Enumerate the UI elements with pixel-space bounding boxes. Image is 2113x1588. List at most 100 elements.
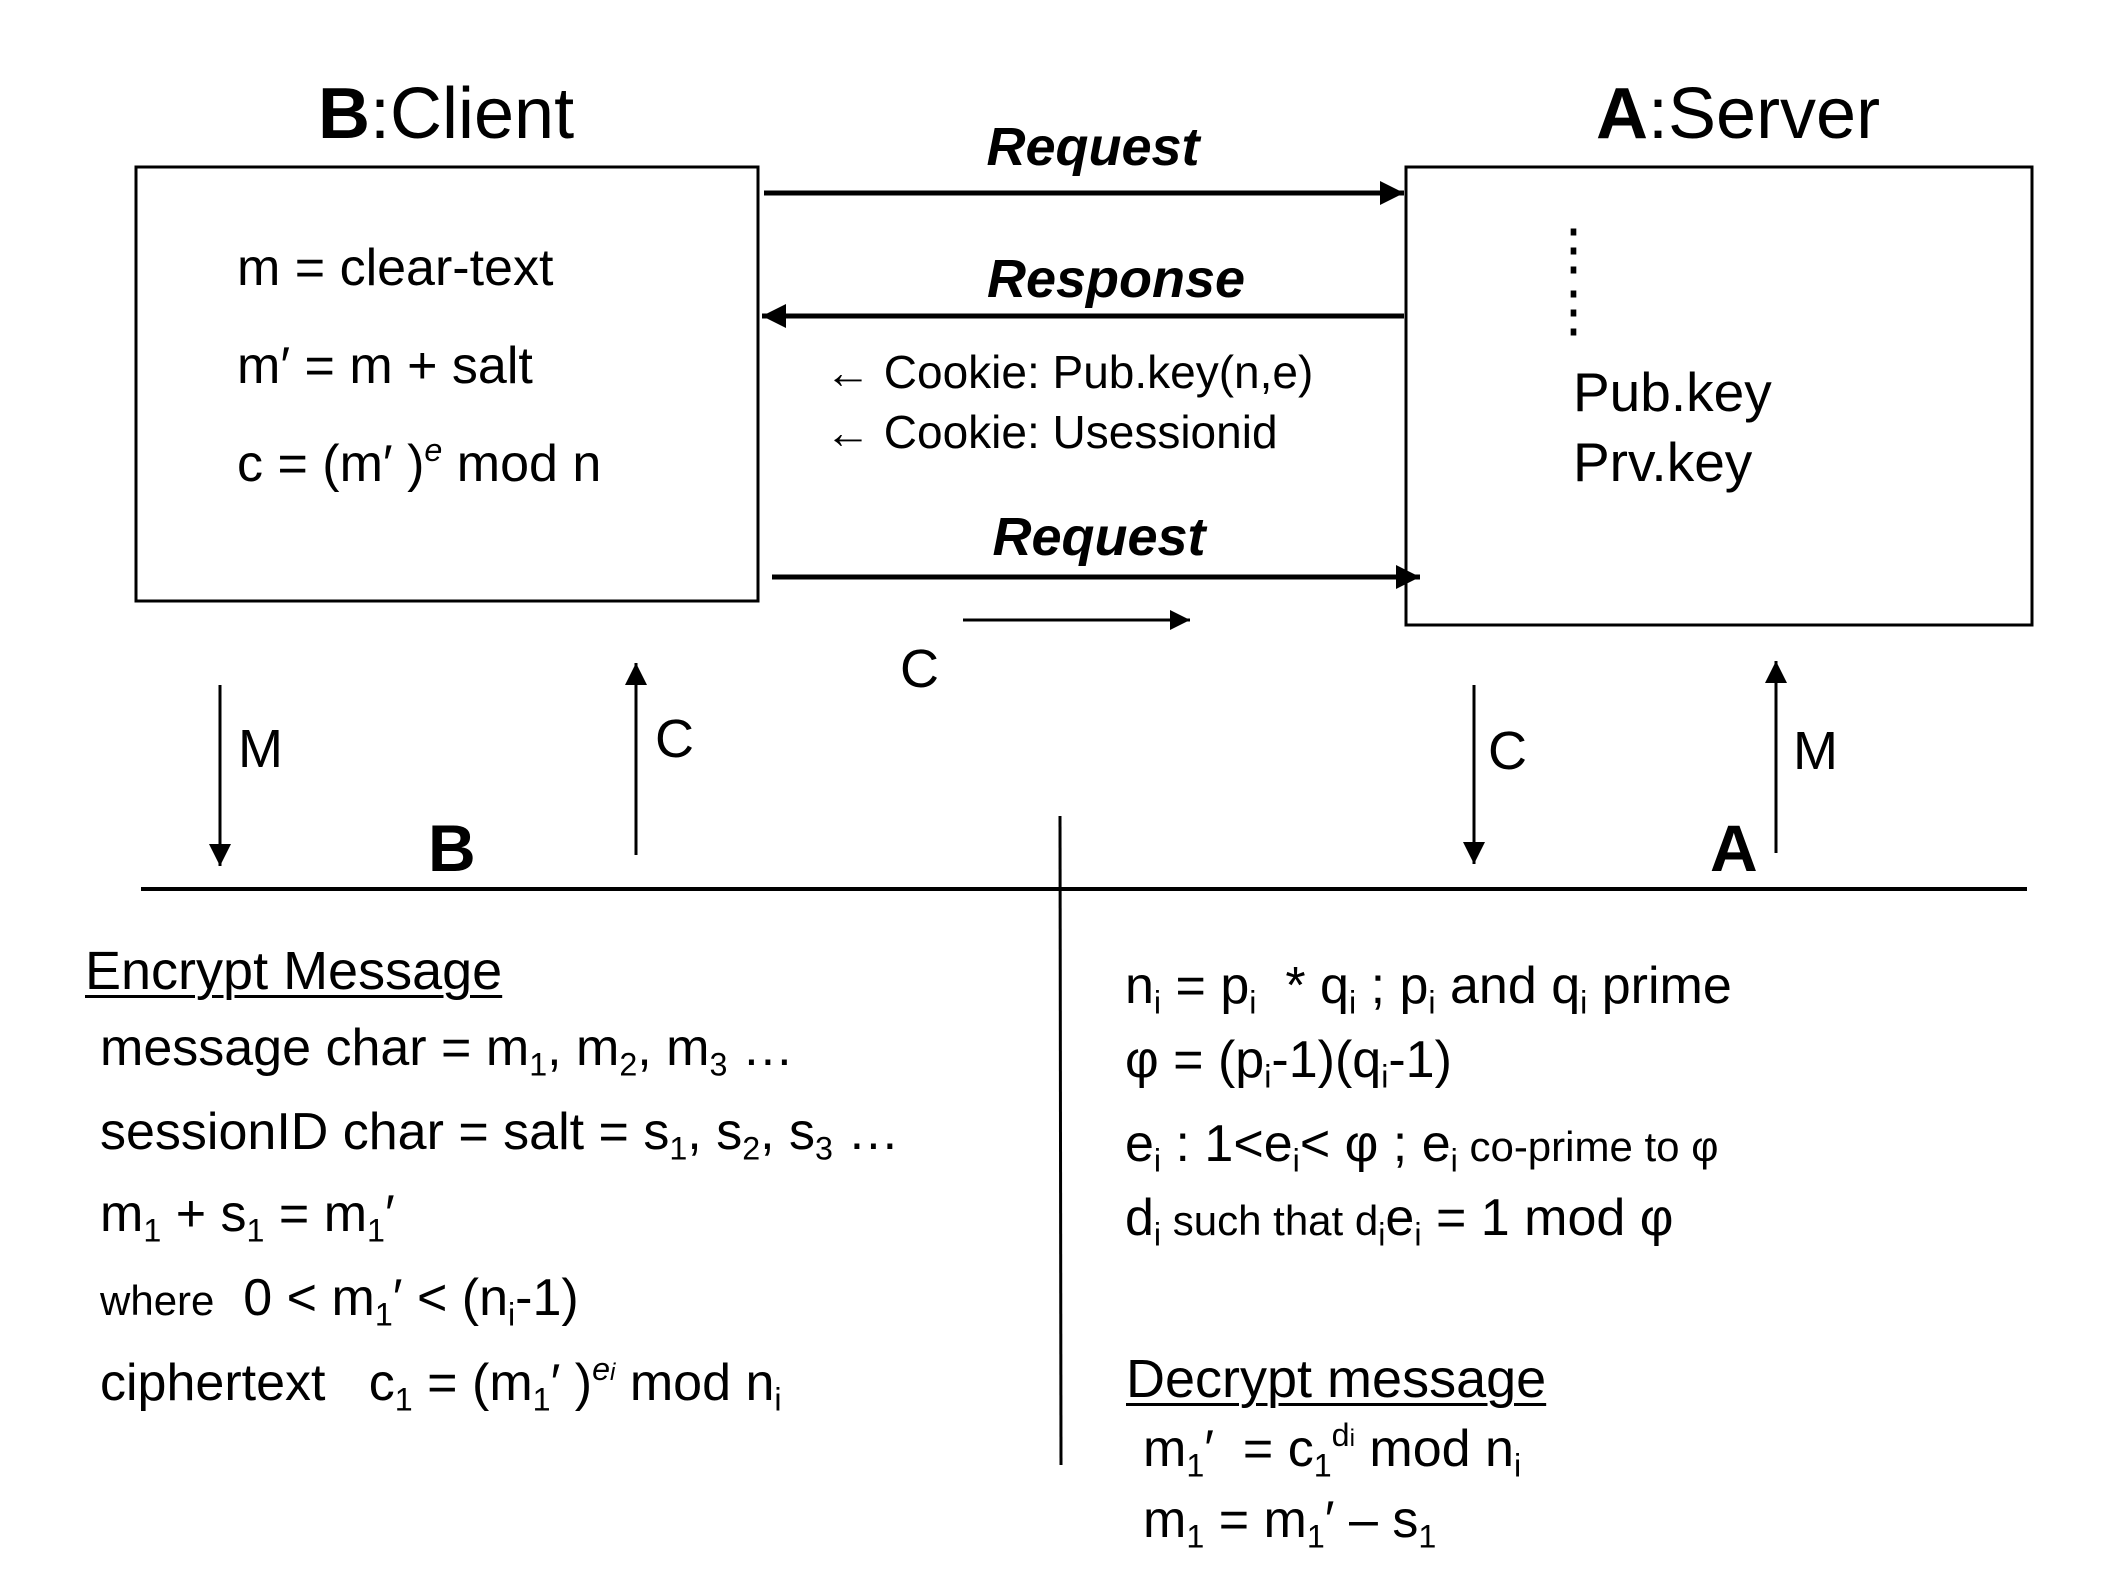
eq-text: * q xyxy=(1256,957,1349,1015)
eq-text: + s xyxy=(161,1185,247,1243)
encrypt-line-message-chars: message char = m1, m2, m3 … xyxy=(100,1019,794,1080)
encrypt-line-ciphertext: ciphertext c1 = (m1′ )ei mod ni xyxy=(100,1353,782,1416)
eq-text: = 1 mod φ xyxy=(1421,1189,1674,1247)
side-label-a: A xyxy=(1710,811,1758,885)
eq-text: mod n xyxy=(1354,1420,1514,1478)
eq-text: sessionID char = salt = s xyxy=(100,1103,670,1161)
eq-sub: 1 xyxy=(246,1212,265,1249)
eq-text: = p xyxy=(1161,957,1250,1015)
eq-text: m xyxy=(1143,1491,1187,1549)
eq-exponent: di xyxy=(1332,1417,1355,1453)
eq-text: … xyxy=(727,1019,794,1077)
keygen-line-phi: φ = (pi-1)(qi-1) xyxy=(1125,1031,1452,1092)
eq-sub: i xyxy=(1428,984,1436,1021)
request-label-2: Request xyxy=(992,507,1206,567)
eq-sub: i xyxy=(1414,1216,1422,1253)
eq-text: prime xyxy=(1587,957,1732,1015)
client-line-cipher: c = (m′ )e mod n xyxy=(237,434,602,493)
eq-text: n xyxy=(1125,957,1154,1015)
server-ellipsis-1: ⋮ xyxy=(1546,218,1601,280)
eq-sub: 1 xyxy=(669,1130,688,1167)
eq-sub: 1 xyxy=(529,1046,548,1083)
eq-sub: 2 xyxy=(742,1130,761,1167)
eq-text: co-prime to φ xyxy=(1457,1123,1719,1170)
eq-text: e xyxy=(1385,1189,1415,1247)
server-pubkey: Pub.key xyxy=(1573,361,1772,423)
eq-text: ; p xyxy=(1356,957,1429,1015)
eq-text: d xyxy=(1125,1189,1154,1247)
eq-text: and q xyxy=(1435,957,1581,1015)
ciphertext-label: C xyxy=(900,639,939,699)
eq-sub: 1 xyxy=(1186,1447,1205,1484)
keygen-line-public-exponent: ei : 1<ei< φ ; ei co-prime to φ xyxy=(1125,1115,1719,1176)
server-ellipsis-2: ⋮ xyxy=(1546,280,1601,342)
cipher-post: mod n xyxy=(442,435,602,493)
server-up-label: M xyxy=(1793,721,1838,781)
eq-sub: i xyxy=(1450,1142,1458,1179)
eq-sub: 1 xyxy=(1418,1518,1437,1555)
eq-text: m xyxy=(1143,1420,1187,1478)
client-down-label: M xyxy=(238,719,283,779)
eq-text: message char = m xyxy=(100,1019,530,1077)
cookie-sessionid: ← Cookie: Usessionid xyxy=(825,406,1278,458)
decrypt-line-remove-salt: m1 = m1′ – s1 xyxy=(1143,1491,1436,1552)
eq-sub: 1 xyxy=(143,1212,162,1249)
eq-text: ′ < (n xyxy=(392,1269,508,1327)
eq-text: … xyxy=(832,1103,900,1161)
cookie-pubkey: ← Cookie: Pub.key(n,e) xyxy=(825,346,1314,398)
encrypt-line-range: where 0 < m1′ < (ni-1) xyxy=(100,1269,579,1330)
eq-sub: 2 xyxy=(619,1046,638,1083)
eq-sub: i xyxy=(1513,1447,1522,1484)
eq-text: ′ = c xyxy=(1204,1420,1314,1478)
eq-sub: i xyxy=(1292,1142,1300,1179)
server-title-letter: A xyxy=(1596,74,1648,154)
encrypt-line-salted: m1 + s1 = m1′ xyxy=(100,1185,395,1246)
cipher-exponent: e xyxy=(424,432,443,469)
eq-text: = m xyxy=(264,1185,368,1243)
request-label-1: Request xyxy=(986,117,1200,177)
eq-sub: 1 xyxy=(1306,1518,1325,1555)
eq-exp-base: e xyxy=(592,1351,611,1388)
eq-sub: 1 xyxy=(367,1212,385,1249)
client-title: B:Client xyxy=(318,78,574,150)
vertical-divider xyxy=(1058,815,1063,1466)
keygen-line-private-exponent: di such that diei = 1 mod φ xyxy=(1125,1189,1674,1250)
eq-text: ′ – s xyxy=(1324,1491,1419,1549)
client-title-letter: B xyxy=(318,74,370,154)
eq-sub: 1 xyxy=(374,1296,393,1333)
eq-sub: 3 xyxy=(815,1130,833,1167)
eq-text: such that d xyxy=(1161,1197,1379,1244)
eq-sub: 1 xyxy=(1313,1447,1332,1484)
eq-exponent: ei xyxy=(592,1351,615,1387)
eq-text: , s xyxy=(760,1103,816,1161)
eq-text: e xyxy=(1125,1115,1154,1173)
cipher-pre: c = (m′ ) xyxy=(237,435,425,493)
eq-exp-base: d xyxy=(1331,1417,1350,1454)
side-label-b: B xyxy=(428,811,476,885)
eq-sub: 1 xyxy=(532,1381,551,1418)
eq-text: 0 < m xyxy=(214,1269,375,1327)
eq-text: where xyxy=(100,1277,215,1324)
client-line-salt: m′ = m + salt xyxy=(237,337,533,395)
server-down-label: C xyxy=(1488,721,1527,781)
client-line-cleartext: m = clear-text xyxy=(237,239,554,297)
server-title-text: :Server xyxy=(1648,74,1881,154)
eq-text: -1)(q xyxy=(1271,1031,1382,1089)
eq-text: = (m xyxy=(412,1354,533,1412)
eq-text: ′ ) xyxy=(550,1354,593,1412)
eq-text: φ = (p xyxy=(1125,1031,1265,1089)
eq-sub: 3 xyxy=(709,1046,728,1083)
encrypt-heading: Encrypt Message xyxy=(85,941,503,1001)
response-label: Response xyxy=(986,249,1246,309)
eq-text: m xyxy=(100,1185,144,1243)
decrypt-heading: Decrypt message xyxy=(1126,1349,1547,1409)
eq-text: -1) xyxy=(1388,1031,1452,1089)
eq-text: mod n xyxy=(615,1354,775,1412)
eq-sub: 1 xyxy=(1186,1518,1205,1555)
eq-text: = m xyxy=(1204,1491,1307,1549)
server-prvkey: Prv.key xyxy=(1573,431,1753,493)
decrypt-line-recover-salted: m1′ = c1di mod ni xyxy=(1143,1419,1521,1482)
keygen-line-modulus: ni = pi * qi ; pi and qi prime xyxy=(1125,957,1732,1018)
eq-sub: 1 xyxy=(394,1381,413,1418)
eq-text: ′ xyxy=(384,1185,395,1243)
